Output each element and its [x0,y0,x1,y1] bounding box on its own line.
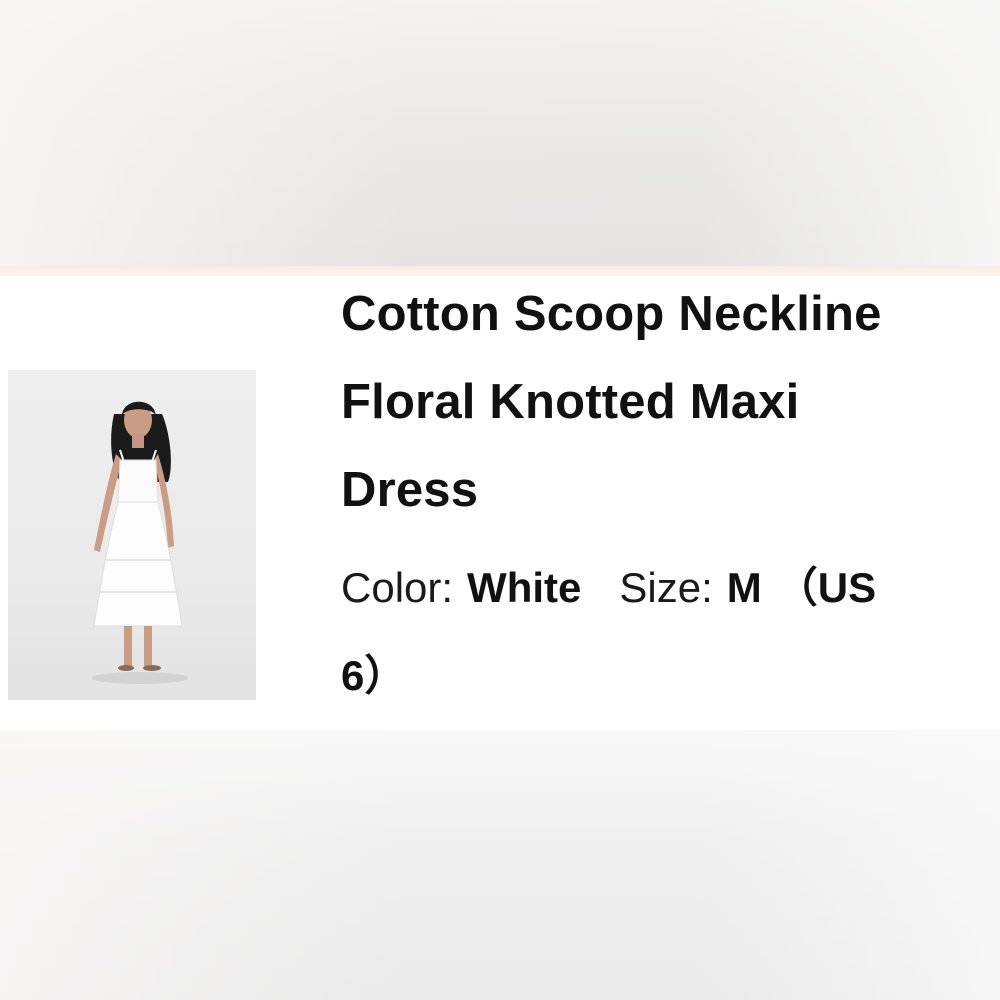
blurred-background-top [0,0,1000,270]
product-card[interactable]: Cotton Scoop Neckline Floral Knotted Max… [0,276,1000,730]
size-detail-close: 6） [341,652,407,699]
product-title-line-3: Dress [341,463,479,517]
size-detail-open: （US [775,564,877,611]
size-label: Size: [619,564,713,611]
product-title-line-1: Cotton Scoop Neckline [341,287,882,341]
size-value: M [726,564,762,611]
dress-photo-icon [8,401,256,700]
product-image[interactable] [8,370,256,700]
divider-line [0,266,1000,276]
color-value: White [467,564,582,611]
product-title: Cotton Scoop Neckline Floral Knotted Max… [341,276,991,534]
product-title-line-2: Floral Knotted Maxi [341,375,800,429]
color-label: Color: [341,564,454,611]
product-specs: Color: White Size: M （US 6） [341,544,996,720]
blurred-background-bottom [0,730,1000,1000]
